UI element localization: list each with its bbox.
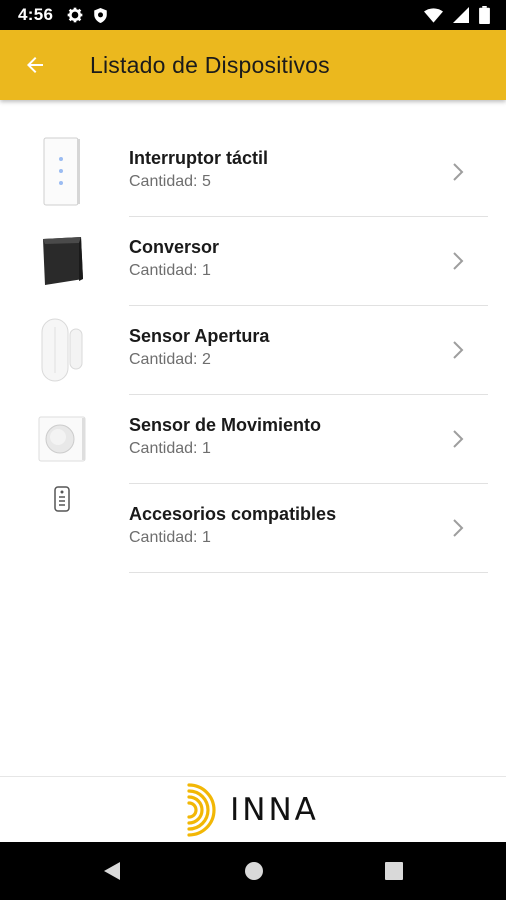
device-name: Conversor xyxy=(129,237,220,257)
list-item-conversor[interactable]: Conversor Cantidad: 1 xyxy=(0,217,506,306)
back-button[interactable] xyxy=(0,30,70,100)
home-circle-icon[interactable] xyxy=(244,860,264,882)
chevron-right-icon xyxy=(453,519,464,537)
list-item-interruptor[interactable]: Interruptor táctil Cantidad: 5 xyxy=(0,128,506,217)
page-title: Listado de Dispositivos xyxy=(90,51,330,78)
status-bar: 4:56 xyxy=(0,0,506,30)
device-name: Interruptor táctil xyxy=(129,148,269,168)
remote-accessory-icon xyxy=(54,486,70,512)
brand-logo: INNA xyxy=(187,781,319,839)
device-quantity: Cantidad: 1 xyxy=(129,262,211,279)
arrow-back-icon xyxy=(27,57,43,73)
device-quantity: Cantidad: 1 xyxy=(129,440,211,457)
shield-icon xyxy=(94,7,107,23)
touch-switch-icon xyxy=(43,137,80,206)
wifi-icon xyxy=(424,7,443,23)
footer: INNA xyxy=(0,776,506,843)
list-item-sensor-movimiento[interactable]: Sensor de Movimiento Cantidad: 1 xyxy=(0,395,506,484)
signal-icon xyxy=(453,7,469,23)
door-sensor-icon xyxy=(41,318,83,382)
converter-icon xyxy=(43,237,83,285)
device-name: Sensor de Movimiento xyxy=(129,415,322,435)
device-quantity: Cantidad: 1 xyxy=(129,529,211,546)
chevron-right-icon xyxy=(453,341,464,359)
chevron-right-icon xyxy=(453,252,464,270)
device-name: Accesorios compatibles xyxy=(129,504,337,524)
list-item-accesorios[interactable]: Accesorios compatibles Cantidad: 1 xyxy=(0,484,506,573)
recents-square-icon[interactable] xyxy=(384,860,404,882)
chevron-right-icon xyxy=(453,163,464,181)
back-triangle-icon[interactable] xyxy=(102,860,122,882)
divider xyxy=(129,572,488,573)
brand-text: INNA xyxy=(230,792,319,828)
device-name: Sensor Apertura xyxy=(129,326,270,346)
list-item-sensor-apertura[interactable]: Sensor Apertura Cantidad: 2 xyxy=(0,306,506,395)
status-time: 4:56 xyxy=(18,5,54,24)
device-list: Interruptor táctil Cantidad: 5 Conversor… xyxy=(0,128,506,573)
chevron-right-icon xyxy=(453,430,464,448)
app-bar: Listado de Dispositivos xyxy=(0,30,506,100)
device-quantity: Cantidad: 2 xyxy=(129,351,211,368)
settings-icon xyxy=(67,7,83,23)
system-nav-bar xyxy=(0,842,506,900)
dinna-d-logo-icon xyxy=(187,783,216,837)
device-quantity: Cantidad: 5 xyxy=(129,173,211,190)
battery-icon xyxy=(479,6,490,24)
motion-sensor-icon xyxy=(38,416,86,462)
